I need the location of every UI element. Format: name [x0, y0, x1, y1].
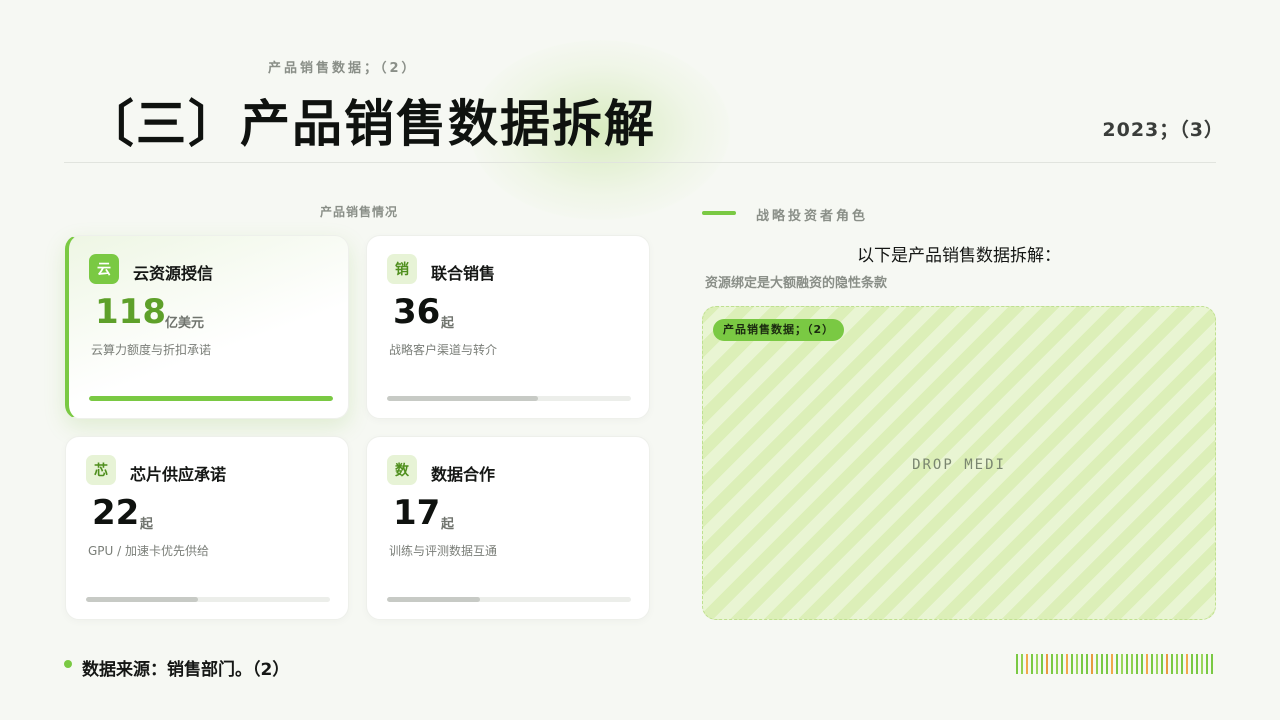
- card-description: 战略客户渠道与转介: [389, 343, 498, 357]
- barcode-stripe: [1181, 654, 1183, 674]
- barcode-stripe: [1146, 654, 1148, 674]
- barcode-stripe: [1136, 654, 1138, 674]
- panel-title: 以下是产品销售数据拆解：: [857, 246, 1061, 266]
- header-divider: [64, 162, 1216, 163]
- card-unit: 起: [441, 316, 455, 331]
- card-value: 22: [92, 493, 140, 533]
- barcode-stripe: [1141, 654, 1143, 674]
- panel-subtitle: 资源绑定是大额融资的隐性条款: [705, 276, 888, 291]
- stat-card-joint-sales[interactable]: 销 联合销售 36 起 战略客户渠道与转介: [366, 235, 650, 419]
- barcode-stripe: [1151, 654, 1153, 674]
- card-unit: 起: [140, 517, 154, 532]
- barcode-stripe: [1041, 654, 1043, 674]
- media-drop-zone[interactable]: 产品销售数据；（2） DROP MEDI: [702, 306, 1216, 620]
- barcode-stripe: [1081, 654, 1083, 674]
- barcode-stripe: [1031, 654, 1033, 674]
- barcode-stripe: [1016, 654, 1018, 674]
- page-title: 〔三〕产品销售数据拆解: [84, 95, 656, 153]
- card-title: 芯片供应承诺: [130, 465, 227, 484]
- barcode-stripe: [1111, 654, 1113, 674]
- card-value: 36: [393, 292, 441, 332]
- barcode-stripe: [1066, 654, 1068, 674]
- barcode-stripe: [1166, 654, 1168, 674]
- barcode-stripe: [1196, 654, 1198, 674]
- sales-icon: 销: [387, 254, 417, 284]
- year-label: 2023；（3）: [1102, 119, 1224, 141]
- progress-track: [86, 597, 330, 602]
- progress-track: [387, 396, 631, 401]
- barcode-stripe: [1076, 654, 1078, 674]
- barcode-stripe: [1051, 654, 1053, 674]
- cloud-icon: 云: [89, 254, 119, 284]
- barcode-stripe: [1086, 654, 1088, 674]
- barcode-stripe: [1021, 654, 1023, 674]
- barcode-stripe: [1201, 654, 1203, 674]
- eyebrow-label: 产品销售数据；（2）: [268, 61, 418, 76]
- progress-fill: [86, 597, 199, 602]
- barcode-stripe: [1211, 654, 1213, 674]
- barcode-stripe: [1071, 654, 1073, 674]
- barcode-stripe: [1096, 654, 1098, 674]
- barcode-stripe: [1126, 654, 1128, 674]
- media-tag: 产品销售数据；（2）: [713, 319, 845, 341]
- barcode-stripe: [1156, 654, 1158, 674]
- card-title: 联合销售: [431, 264, 496, 283]
- heading-accent-line: [702, 211, 736, 215]
- card-title: 云资源授信: [133, 264, 214, 283]
- decorative-barcode: [1016, 654, 1216, 674]
- progress-track: [387, 597, 631, 602]
- barcode-stripe: [1056, 654, 1058, 674]
- barcode-stripe: [1116, 654, 1118, 674]
- card-description: 云算力额度与折扣承诺: [91, 343, 212, 357]
- barcode-stripe: [1106, 654, 1108, 674]
- progress-fill: [387, 597, 480, 602]
- barcode-stripe: [1161, 654, 1163, 674]
- progress-fill: [387, 396, 539, 401]
- barcode-stripe: [1046, 654, 1048, 674]
- card-unit: 亿美元: [165, 316, 205, 331]
- barcode-stripe: [1121, 654, 1123, 674]
- footer-bullet: [64, 660, 72, 668]
- barcode-stripe: [1101, 654, 1103, 674]
- card-title: 数据合作: [431, 465, 496, 484]
- progress-fill: [89, 396, 333, 401]
- stat-card-cloud-credit[interactable]: 云 云资源授信 118 亿美元 云算力额度与折扣承诺: [65, 235, 349, 419]
- card-value: 17: [393, 493, 441, 533]
- barcode-stripe: [1191, 654, 1193, 674]
- footer-source: 数据来源：销售部门。（2）: [82, 660, 290, 680]
- barcode-stripe: [1171, 654, 1173, 674]
- barcode-stripe: [1186, 654, 1188, 674]
- stat-card-data-partnership[interactable]: 数 数据合作 17 起 训练与评测数据互通: [366, 436, 650, 620]
- section-heading-right: 战略投资者角色: [756, 209, 869, 224]
- card-description: 训练与评测数据互通: [389, 544, 498, 558]
- barcode-stripe: [1091, 654, 1093, 674]
- card-unit: 起: [441, 517, 455, 532]
- barcode-stripe: [1206, 654, 1208, 674]
- card-value: 118: [95, 292, 166, 332]
- barcode-stripe: [1036, 654, 1038, 674]
- barcode-stripe: [1026, 654, 1028, 674]
- drop-placeholder: DROP MEDI: [912, 457, 1006, 473]
- data-icon: 数: [387, 455, 417, 485]
- progress-track: [89, 396, 333, 401]
- card-description: GPU / 加速卡优先供给: [88, 544, 209, 558]
- barcode-stripe: [1061, 654, 1063, 674]
- stat-card-chip-supply[interactable]: 芯 芯片供应承诺 22 起 GPU / 加速卡优先供给: [65, 436, 349, 620]
- section-heading-left: 产品销售情况: [320, 205, 399, 219]
- chip-icon: 芯: [86, 455, 116, 485]
- barcode-stripe: [1131, 654, 1133, 674]
- barcode-stripe: [1176, 654, 1178, 674]
